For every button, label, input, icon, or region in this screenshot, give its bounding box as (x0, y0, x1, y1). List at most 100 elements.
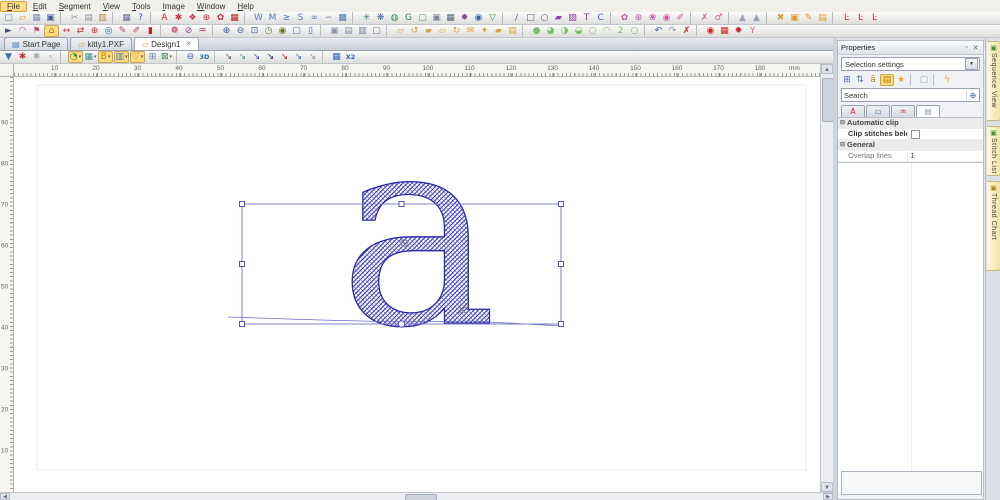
green-panel-icon[interactable]: ▢ (416, 12, 429, 24)
folder-refresh-icon[interactable]: ↺ (408, 25, 421, 37)
pink-flower-icon[interactable]: ❀ (646, 12, 659, 24)
red-bar-icon[interactable]: ▮ (144, 25, 157, 37)
checkbox[interactable] (910, 130, 920, 140)
monitor-view-icon[interactable]: ▢ (290, 25, 303, 37)
burst-red-icon[interactable]: ✹ (732, 25, 745, 37)
flag-tool-icon[interactable]: ⚑ (30, 25, 43, 37)
monogram-icon[interactable]: ✱ (172, 12, 185, 24)
stitch-columns-icon[interactable]: M (266, 12, 279, 24)
pointer-mode-5-icon[interactable]: ↘ (278, 51, 291, 63)
shape-dot-2-icon[interactable]: ◕ (544, 25, 557, 37)
paste-icon[interactable]: ▥ (96, 12, 109, 24)
gray-stitch-2-icon[interactable]: ▲ (750, 12, 763, 24)
artistic-view-icon[interactable]: ♡ ▾ (130, 51, 145, 63)
pointer-mode-2-icon[interactable]: ↘ (236, 51, 249, 63)
property-row-clip-stitches-below[interactable]: Clip stitches below (838, 129, 983, 140)
scroll-left-arrow[interactable]: ◀ (0, 493, 10, 500)
swap-tool-icon[interactable]: ⇄ (74, 25, 87, 37)
folder-tools-icon[interactable]: ▤ (506, 25, 519, 37)
view-3d-icon[interactable]: 3D (198, 51, 211, 63)
search-icon[interactable]: ⊕ (966, 90, 979, 100)
select-arrow-icon[interactable]: ► (2, 25, 15, 37)
burst-tool-icon[interactable]: ✸ (458, 12, 471, 24)
branch-tool-icon[interactable]: ✳ (360, 12, 373, 24)
orbit-tool-icon[interactable]: ◎ (102, 25, 115, 37)
open-file-icon[interactable]: ▱ (16, 12, 29, 24)
red-star-icon[interactable]: ✱ (16, 51, 29, 63)
property-value[interactable] (906, 129, 984, 140)
two-point-icon[interactable]: 2 (614, 25, 627, 37)
side-tab-thread-chart[interactable]: ▣ Thread Chart (987, 181, 1000, 271)
tab-design1[interactable]: ▱ Design1 ✕ (133, 37, 200, 50)
pointer-mode-6-icon[interactable]: ↘ (292, 51, 305, 63)
pink-target-icon[interactable]: ⊕ (632, 12, 645, 24)
collapse-icon[interactable]: ⊟ (838, 118, 847, 128)
red-flower-icon[interactable]: ❁ (168, 25, 181, 37)
folder-open-icon[interactable]: ▰ (422, 25, 435, 37)
zoom-fit-icon[interactable]: ⊡ (248, 25, 261, 37)
applique-icon[interactable]: ❖ (186, 12, 199, 24)
red-stitches-icon[interactable]: ♒ (196, 25, 209, 37)
collapse-icon[interactable]: ⊟ (838, 140, 847, 150)
orange-pen-icon[interactable]: ✎ (802, 12, 815, 24)
pointer-mode-3-icon[interactable]: ↘ (250, 51, 263, 63)
lock-4-icon[interactable]: ▢ (370, 25, 383, 37)
stitch-properties-tab[interactable]: ♒ (891, 105, 915, 117)
filter-properties-icon[interactable]: ▤ (880, 74, 894, 86)
shape-dot-3-icon[interactable]: ◑ (558, 25, 571, 37)
slow-draw-icon[interactable]: ◉ (276, 25, 289, 37)
hoop-small-icon[interactable]: Ŀ (840, 12, 853, 24)
pink-wheel-icon[interactable]: ✿ (618, 12, 631, 24)
stitch-block-icon[interactable]: ▩ (336, 12, 349, 24)
no-entry-icon[interactable]: ⊘ (182, 25, 195, 37)
pen-2-icon[interactable]: ✐ (130, 25, 143, 37)
lock-2-icon[interactable]: ▤ (342, 25, 355, 37)
down-triangle-icon[interactable]: ▽ (486, 12, 499, 24)
orange-cross-icon[interactable]: ✖ (774, 12, 787, 24)
g-tool-icon[interactable]: G (402, 12, 415, 24)
lettering-icon[interactable]: A (158, 12, 171, 24)
tab-start-page[interactable]: ▤ Start Page (4, 37, 69, 50)
mini-tool-1-icon[interactable]: ✗ (698, 12, 711, 24)
stitch-link-icon[interactable]: ∞ (308, 12, 321, 24)
menu-view[interactable]: View (97, 1, 126, 12)
property-group-automatic-clip[interactable]: ⊟ Automatic clip (838, 118, 983, 129)
red-target-icon[interactable]: ⊕ (88, 25, 101, 37)
mini-tool-2-icon[interactable]: ♂ (712, 12, 725, 24)
panel-toggle-icon[interactable]: ▯ (304, 25, 317, 37)
hourglass-tool-icon[interactable]: ✦ (478, 25, 491, 37)
home-view-icon[interactable]: ⌂ (44, 25, 59, 37)
pink-pen-icon[interactable]: ✐ (674, 12, 687, 24)
pattern-fill-icon[interactable]: ▨ (566, 12, 579, 24)
red-grid-icon[interactable]: ▦ (228, 12, 241, 24)
vertical-scrollbar[interactable]: ▲ ▼ (820, 64, 834, 492)
cut-icon[interactable]: ✂ (68, 12, 81, 24)
menu-help[interactable]: Help (231, 1, 259, 12)
grid-toggle-icon[interactable]: ⊞ (146, 51, 159, 63)
property-group-general[interactable]: ⊟ General (838, 140, 983, 151)
flower-tool-icon[interactable]: ✿ (214, 12, 227, 24)
stitch-editor-icon[interactable]: ▦ (330, 51, 343, 63)
gray-star-icon[interactable]: ✱ (30, 51, 43, 63)
bling-mode-icon[interactable]: B ▾ (98, 51, 113, 63)
stitch-fill-icon[interactable]: W (252, 12, 265, 24)
property-row-overlap-lines[interactable]: Overlap lines 1 (838, 151, 983, 162)
gray-panel-icon[interactable]: ▣ (430, 12, 443, 24)
shape-circle-icon[interactable]: ○ (628, 25, 641, 37)
sort-alpha-icon[interactable]: â (867, 74, 879, 86)
folder-export-icon[interactable]: ▰ (492, 25, 505, 37)
machine-format-icon[interactable]: ▦ ▾ (84, 51, 97, 63)
search-box[interactable]: ⊕ (841, 88, 980, 102)
ellipse-tool-icon[interactable]: ○ (538, 12, 551, 24)
stitch-view-mode-icon[interactable]: ▥ ▾ (114, 51, 129, 63)
eye-tool-icon[interactable]: ◉ (472, 12, 485, 24)
shape-arc-icon[interactable]: ◠ (600, 25, 613, 37)
menu-window[interactable]: Window (191, 1, 231, 12)
send-mail-icon[interactable]: ✉ (464, 25, 477, 37)
snowflake-tool-icon[interactable]: ❋ (374, 12, 387, 24)
filter-icon[interactable]: ▼ (2, 51, 15, 63)
side-tab-stitch-list[interactable]: ▣ Stitch List (987, 126, 1000, 176)
frame-properties-tab[interactable]: ▭ (866, 105, 890, 117)
folder-sync-icon[interactable]: ↻ (450, 25, 463, 37)
scroll-down-arrow[interactable]: ▼ (821, 482, 833, 492)
